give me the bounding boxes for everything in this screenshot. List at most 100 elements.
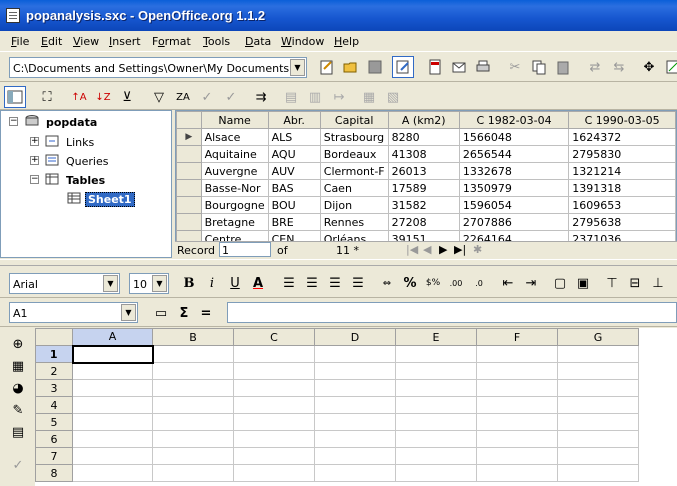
- spreadsheet-grid[interactable]: ABCDEFG 12345678: [35, 328, 677, 486]
- equals-button[interactable]: =: [195, 302, 217, 324]
- align-left-icon[interactable]: ☰: [278, 272, 300, 294]
- table-cell[interactable]: BOU: [267, 196, 321, 214]
- sheet-cell[interactable]: [314, 430, 396, 448]
- row-selector[interactable]: [176, 179, 202, 197]
- table-cell[interactable]: Strasbourg: [319, 128, 389, 146]
- source-icon[interactable]: ↦: [328, 86, 350, 108]
- form-functions-icon[interactable]: ▤: [7, 421, 29, 443]
- row-selector[interactable]: [176, 145, 202, 163]
- sheet-cell[interactable]: [152, 430, 234, 448]
- menu-edit[interactable]: Edit: [41, 35, 62, 48]
- table-cell[interactable]: Auvergne: [200, 162, 269, 180]
- table-cell[interactable]: Aquitaine: [200, 145, 269, 163]
- sheet-cell[interactable]: [152, 413, 234, 431]
- sheet-cell[interactable]: [314, 379, 396, 397]
- next-record-icon[interactable]: ▶: [439, 243, 447, 256]
- font-name-combo[interactable]: Arial ▼: [9, 273, 120, 294]
- table-cell[interactable]: 1391318: [568, 179, 676, 197]
- show-draw-functions-icon[interactable]: ✎: [7, 399, 29, 421]
- last-record-icon[interactable]: ▶|: [454, 243, 466, 256]
- navigator-icon[interactable]: ✥: [638, 56, 660, 78]
- sheet-cell[interactable]: [395, 430, 477, 448]
- formula-input[interactable]: [227, 302, 677, 323]
- background-color-icon[interactable]: ▣: [572, 272, 594, 294]
- table-cell[interactable]: 2707886: [458, 213, 570, 231]
- column-header[interactable]: F: [476, 328, 558, 346]
- table-cell[interactable]: 31582: [387, 196, 460, 214]
- table-cell[interactable]: AQU: [267, 145, 321, 163]
- new-record-icon[interactable]: ✱: [473, 243, 482, 256]
- sheet-cell[interactable]: [233, 379, 315, 397]
- menu-view[interactable]: View: [73, 35, 99, 48]
- sheet-cell[interactable]: [476, 379, 558, 397]
- table-cell[interactable]: Rennes: [319, 213, 389, 231]
- chevron-down-icon[interactable]: ▼: [121, 304, 136, 321]
- column-header[interactable]: D: [314, 328, 396, 346]
- save-icon[interactable]: [364, 56, 386, 78]
- sheet-cell[interactable]: [152, 362, 234, 380]
- sheet-cell[interactable]: [476, 362, 558, 380]
- column-header[interactable]: A (km2): [387, 111, 460, 129]
- sheet-cell[interactable]: [152, 464, 234, 482]
- bold-icon[interactable]: B: [178, 272, 200, 294]
- column-header[interactable]: C 1982-03-04: [458, 111, 570, 129]
- table-cell[interactable]: 1624372: [568, 128, 676, 146]
- record-data-icon[interactable]: ▦: [358, 86, 380, 108]
- table-cell[interactable]: 27208: [387, 213, 460, 231]
- sheet-cell[interactable]: [476, 464, 558, 482]
- increase-indent-icon[interactable]: ⇥: [520, 272, 542, 294]
- sort-descending-icon[interactable]: ↓Z: [92, 86, 114, 108]
- sheet-cell[interactable]: [314, 362, 396, 380]
- row-header[interactable]: 2: [35, 362, 73, 380]
- sheet-cell[interactable]: [233, 345, 315, 363]
- table-cell[interactable]: Alsace: [200, 128, 269, 146]
- export-pdf-icon[interactable]: [424, 56, 446, 78]
- data-grid[interactable]: Name Abr. Capital A (km2) C 1982-03-04 C…: [175, 110, 677, 258]
- table-row[interactable]: Aquitaine AQU Bordeaux 41308 2656544 2795830: [176, 145, 676, 163]
- sheet-cell[interactable]: [557, 447, 639, 465]
- sheet-cell[interactable]: [233, 430, 315, 448]
- table-row[interactable]: ▶ Alsace ALS Strasbourg 8280 1566048 1624372: [176, 128, 676, 146]
- row-selector[interactable]: [176, 196, 202, 214]
- collapse-icon[interactable]: −: [9, 117, 18, 126]
- sheet-cell[interactable]: [557, 430, 639, 448]
- sheet-cell[interactable]: [233, 447, 315, 465]
- currency-icon[interactable]: $%: [422, 272, 444, 294]
- sheet-cell[interactable]: [233, 362, 315, 380]
- data-source-tree[interactable]: − popdata + Links + Queries − Tables She…: [0, 110, 172, 258]
- sheet-cell[interactable]: [314, 396, 396, 414]
- sheet-cell[interactable]: [314, 464, 396, 482]
- menu-file[interactable]: File: [11, 35, 29, 48]
- menu-format[interactable]: Format: [152, 35, 191, 48]
- tree-item-links[interactable]: Links: [66, 136, 94, 149]
- align-right-icon[interactable]: ☰: [324, 272, 346, 294]
- menu-insert[interactable]: Insert: [109, 35, 141, 48]
- edit-mode-icon[interactable]: [392, 56, 414, 78]
- sheet-cell[interactable]: [557, 379, 639, 397]
- row-selector[interactable]: [176, 162, 202, 180]
- sum-button[interactable]: Σ: [173, 302, 195, 324]
- sheet-cell[interactable]: [557, 396, 639, 414]
- chevron-down-icon[interactable]: ▼: [152, 275, 167, 292]
- sheet-cell[interactable]: [233, 413, 315, 431]
- sheet-cell[interactable]: [72, 447, 153, 465]
- row-header[interactable]: 8: [35, 464, 73, 482]
- merge-cells-icon[interactable]: ⇔: [376, 272, 398, 294]
- tree-item-queries[interactable]: Queries: [66, 155, 108, 168]
- table-cell[interactable]: Bretagne: [200, 213, 269, 231]
- first-record-icon[interactable]: |◀: [406, 243, 418, 256]
- align-bottom-icon[interactable]: ⊥: [647, 272, 669, 294]
- sheet-cell[interactable]: [476, 345, 558, 363]
- sheet-cell[interactable]: [395, 345, 477, 363]
- mail-merge-icon[interactable]: ▥: [304, 86, 326, 108]
- filter-icon[interactable]: ▽: [148, 86, 170, 108]
- active-cell[interactable]: [71, 344, 154, 364]
- sheet-cell[interactable]: [152, 379, 234, 397]
- remove-filter-icon[interactable]: ✓: [196, 86, 218, 108]
- chevron-down-icon[interactable]: ▼: [103, 275, 118, 292]
- print-icon[interactable]: [472, 56, 494, 78]
- sheet-cell[interactable]: [314, 345, 396, 363]
- sheet-cell[interactable]: [72, 464, 153, 482]
- underline-icon[interactable]: U: [224, 272, 246, 294]
- align-middle-icon[interactable]: ⊟: [624, 272, 646, 294]
